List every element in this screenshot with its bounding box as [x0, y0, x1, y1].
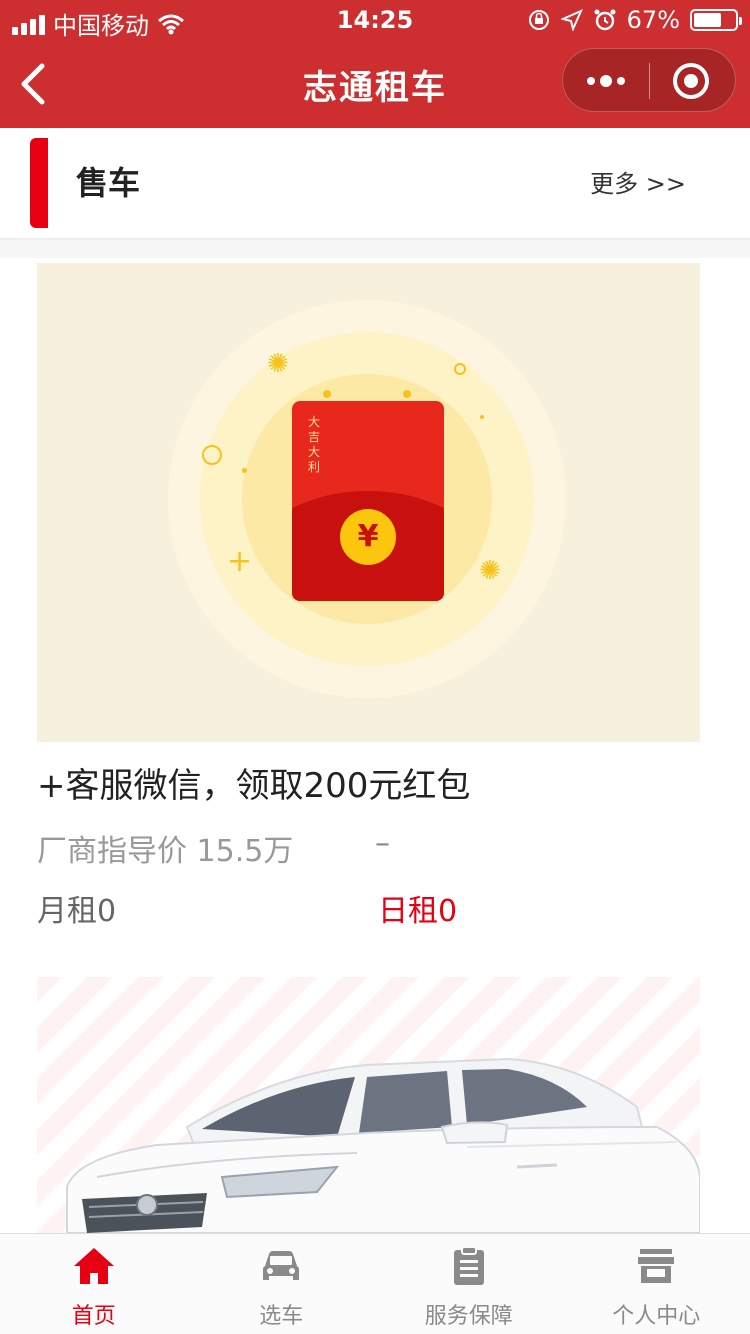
red-envelope-icon: 大吉大利 ¥	[292, 401, 444, 601]
status-right: 67%	[527, 6, 742, 34]
rotation-lock-icon	[528, 10, 549, 30]
section-accent-bar	[30, 138, 48, 228]
tab-bar: 首页 选车 服务保障 个人中心	[0, 1233, 750, 1334]
nav-bar: 志通租车	[0, 40, 750, 128]
tab-label: 首页	[71, 1304, 116, 1329]
sparkle-icon: ✺	[479, 556, 501, 586]
yuan-coin-icon: ¥	[340, 509, 396, 565]
section-header: 售车 更多 >>	[0, 128, 750, 240]
daily-rent: 日租0	[378, 894, 458, 929]
clipboard-icon	[453, 1246, 484, 1285]
section-gap	[0, 240, 750, 258]
monthly-rent: 月租0	[37, 894, 117, 929]
sedan-illustration	[66, 1057, 700, 1233]
tab-home[interactable]: 首页	[0, 1234, 188, 1334]
capsule-divider	[649, 63, 650, 99]
more-options-icon[interactable]	[563, 49, 649, 113]
guide-price: 厂商指导价 15.5万	[37, 834, 294, 869]
car-icon	[263, 1251, 300, 1280]
alarm-icon	[594, 9, 616, 31]
mini-program-capsule	[562, 48, 736, 112]
battery-icon	[690, 9, 742, 31]
close-target-icon[interactable]	[673, 63, 709, 99]
red-envelope-banner[interactable]: ✺ ✺ + 大吉大利 ¥	[37, 263, 700, 742]
battery-percent: 67%	[626, 6, 680, 34]
sparkle-icon: ✺	[267, 349, 289, 379]
home-icon	[73, 1248, 114, 1284]
tab-label: 个人中心	[612, 1304, 701, 1329]
status-bar: 中国移动 14:25 67%	[0, 0, 750, 40]
store-icon	[638, 1249, 675, 1283]
tab-service[interactable]: 服务保障	[375, 1234, 563, 1334]
top-bar: 中国移动 14:25 67% 志通租车	[0, 0, 750, 128]
envelope-blessing: 大吉大利	[308, 415, 321, 474]
section-title: 售车	[76, 164, 141, 202]
more-link[interactable]: 更多 >>	[590, 164, 686, 199]
tab-label: 服务保障	[424, 1304, 513, 1329]
card-title[interactable]: +客服微信，领取200元红包	[37, 758, 470, 807]
location-icon	[560, 9, 583, 31]
plus-sparkle-icon: +	[227, 544, 253, 579]
car-image[interactable]	[37, 977, 700, 1233]
price-dash: –	[375, 826, 390, 861]
tab-profile[interactable]: 个人中心	[563, 1234, 750, 1334]
tab-select-car[interactable]: 选车	[188, 1234, 376, 1334]
tab-label: 选车	[259, 1304, 304, 1329]
